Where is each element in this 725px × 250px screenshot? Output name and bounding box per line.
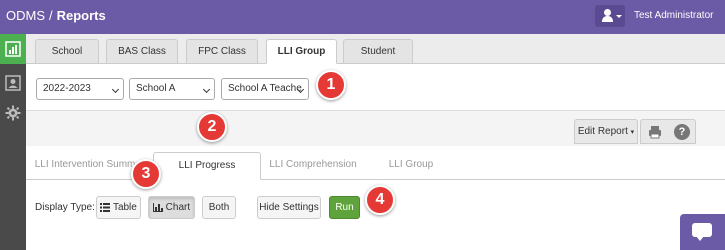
callout-badge-3: 3 [131, 159, 161, 189]
gear-icon [5, 105, 21, 121]
chat-icon [692, 223, 712, 237]
page-title: Reports [56, 8, 106, 23]
chevron-down-icon [202, 85, 211, 94]
user-menu-button[interactable] [595, 5, 625, 27]
sidebar-item-profile[interactable] [0, 68, 26, 98]
tab-fpc-class[interactable]: FPC Class [186, 39, 258, 64]
list-icon [100, 203, 111, 212]
caret-down-icon [616, 15, 622, 18]
report-actions: ? [640, 119, 696, 144]
tab-lli-group[interactable]: LLI Group [266, 39, 337, 64]
callout-badge-2: 2 [197, 112, 227, 142]
help-icon[interactable]: ? [674, 124, 690, 140]
bar-chart-icon [152, 203, 163, 212]
chart-icon [5, 41, 21, 57]
tab-school[interactable]: School [35, 39, 99, 64]
report-type-tabs: School BAS Class FPC Class LLI Group Stu… [26, 34, 725, 64]
breadcrumb: ODMS / Reports [6, 8, 106, 23]
caret-down-icon: ▾ [630, 129, 635, 136]
chevron-down-icon [111, 85, 120, 94]
both-button[interactable]: Both [202, 196, 236, 219]
teacher-select[interactable]: School A Teache [221, 78, 309, 100]
breadcrumb-separator: / [49, 8, 53, 23]
sidebar-item-settings[interactable] [0, 98, 26, 128]
chart-button-label: Chart [165, 202, 191, 213]
profile-icon [5, 75, 21, 91]
chat-button[interactable] [680, 214, 725, 250]
tab-student[interactable]: Student [343, 39, 413, 64]
display-type-label: Display Type: [35, 202, 95, 213]
tab-lli-progress-monitoring[interactable]: LLI Progress Monitoring [153, 152, 261, 197]
callout-badge-4: 4 [365, 185, 395, 215]
school-select-value: School A [136, 83, 176, 94]
callout-badge-1: 1 [316, 70, 346, 100]
tab-bas-class[interactable]: BAS Class [106, 39, 178, 64]
top-navbar: ODMS / Reports Test Administrator [0, 0, 725, 34]
table-button-label: Table [112, 202, 137, 213]
tab-lli-comprehension[interactable]: LLI Comprehension [268, 152, 358, 180]
chart-button[interactable]: Chart [148, 196, 195, 219]
user-name[interactable]: Test Administrator [634, 10, 713, 21]
printer-icon[interactable] [648, 125, 662, 139]
edit-report-label: Edit Report [577, 126, 628, 137]
sidebar-item-reports[interactable] [0, 34, 26, 64]
teacher-select-value: School A Teache [228, 83, 302, 94]
year-select-value: 2022-2023 [43, 83, 91, 94]
edit-report-button[interactable]: Edit Report ▾ [574, 119, 638, 144]
filter-bar: 2022-2023 School A School A Teache [26, 64, 725, 110]
table-button[interactable]: Table [96, 196, 141, 219]
user-icon [604, 9, 611, 16]
hide-settings-button[interactable]: Hide Settings [257, 196, 321, 219]
chat-icon-tail [696, 236, 704, 241]
year-select[interactable]: 2022-2023 [36, 78, 124, 100]
sidebar [0, 34, 26, 250]
tab-lli-group-attendance[interactable]: LLI Group Attendance [366, 152, 456, 196]
school-select[interactable]: School A [129, 78, 215, 100]
run-button[interactable]: Run [329, 196, 360, 219]
app-name[interactable]: ODMS [6, 8, 45, 23]
user-icon-body [602, 16, 613, 22]
